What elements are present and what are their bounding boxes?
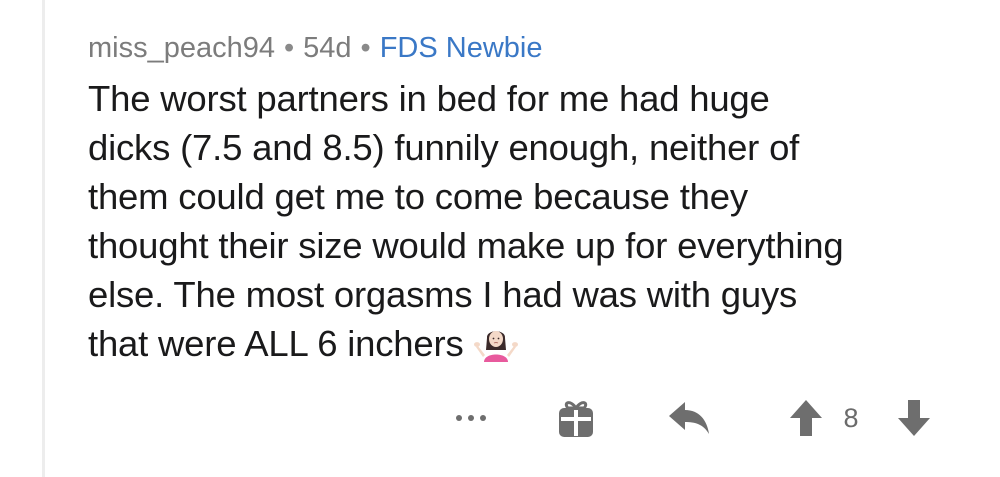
comment-body-line: else. The most orgasms I had was with gu… [88, 274, 798, 315]
comment-body-line: them could get me to come because they [88, 176, 748, 217]
comment-body: The worst partners in bed for me had hug… [88, 74, 978, 368]
reply-arrow-icon [669, 402, 709, 434]
meta-separator: • [360, 32, 371, 64]
gift-award-icon [559, 401, 593, 437]
woman-shrugging-icon [473, 331, 518, 362]
downvote-button[interactable] [894, 396, 934, 440]
username-link[interactable]: miss_peach94 [88, 32, 275, 64]
comment-body-line: thought their size would make up for eve… [88, 225, 844, 266]
comment: miss_peach94 • 54d • FDS Newbie The worst pa… [88, 26, 978, 368]
downvote-arrow-icon [898, 400, 930, 436]
reply-button[interactable] [664, 396, 714, 440]
more-options-icon [456, 415, 486, 421]
vote-score: 8 [843, 403, 859, 433]
comment-body-line: The worst partners in bed for me had hug… [88, 78, 770, 119]
user-flair: FDS Newbie [379, 32, 543, 64]
upvote-arrow-icon [790, 400, 822, 436]
award-button[interactable] [554, 396, 598, 440]
comment-meta: miss_peach94 • 54d • FDS Newbie [88, 26, 978, 70]
upvote-button[interactable] [786, 396, 826, 440]
more-options-button[interactable] [448, 400, 494, 436]
comment-body-line: dicks (7.5 and 8.5) funnily enough, neit… [88, 127, 800, 168]
comment-body-line-last: that were ALL 6 inchers [88, 319, 978, 368]
comment-body-line-text: that were ALL 6 inchers [88, 323, 464, 364]
comment-age: 54d [303, 32, 352, 64]
comment-actions: 8 [0, 392, 1000, 442]
meta-separator: • [284, 32, 295, 64]
